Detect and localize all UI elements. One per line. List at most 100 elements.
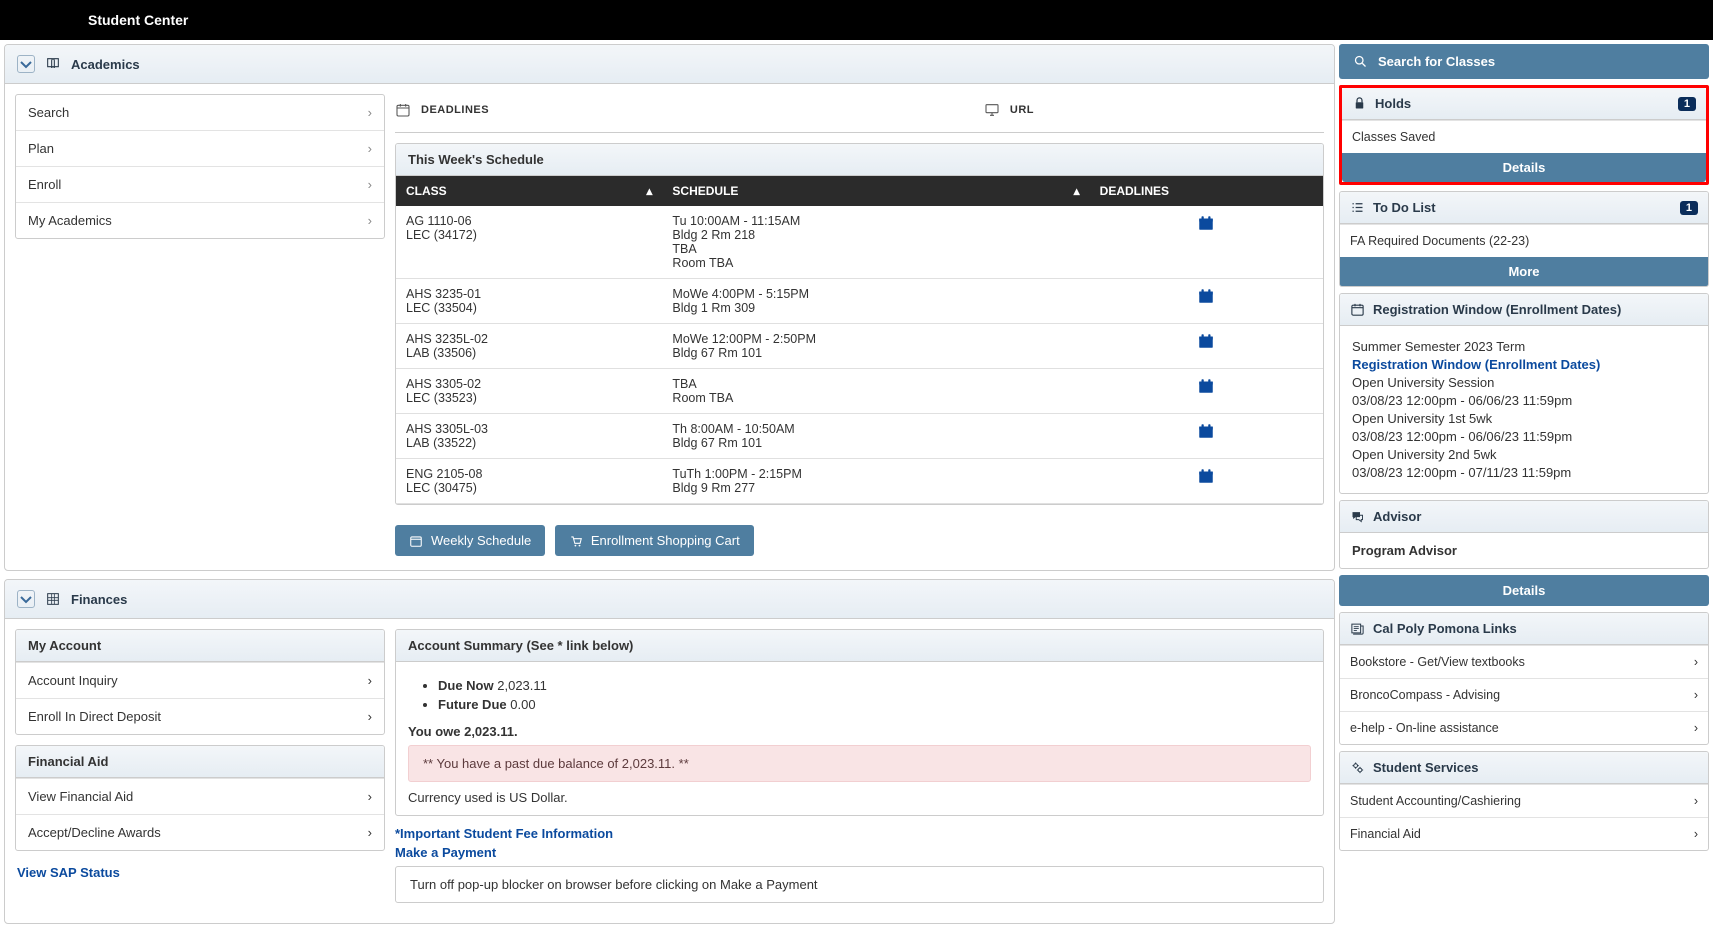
- table-row: AHS 3305L-03 LAB (33522)Th 8:00AM - 10:5…: [396, 414, 1323, 459]
- academics-header: Academics: [5, 45, 1334, 84]
- grid-icon: [45, 591, 61, 607]
- cell-class: ENG 2105-08 LEC (30475): [396, 459, 662, 504]
- sort-asc-icon: ▴: [1074, 184, 1080, 198]
- advisor-header: Advisor: [1340, 501, 1708, 533]
- chevron-right-icon: ›: [368, 213, 372, 228]
- enrollment-cart-button[interactable]: Enrollment Shopping Cart: [555, 525, 754, 556]
- cell-deadline[interactable]: [1090, 324, 1323, 369]
- book-icon: [45, 56, 61, 72]
- holds-details-button[interactable]: Details: [1342, 153, 1706, 182]
- cell-deadline[interactable]: [1090, 414, 1323, 459]
- finances-header: Finances: [5, 580, 1334, 619]
- table-row: AHS 3235-01 LEC (33504)MoWe 4:00PM - 5:1…: [396, 279, 1323, 324]
- url-toggle[interactable]: URL: [984, 102, 1034, 118]
- search-icon: [1353, 54, 1368, 69]
- schedule-table: CLASS▴ SCHEDULE▴ DEADLINES AG 1110-06 LE…: [396, 176, 1323, 504]
- chevron-right-icon: ›: [368, 789, 372, 804]
- student-services-panel: Student Services Student Accounting/Cash…: [1339, 751, 1709, 851]
- sort-asc-icon: ▴: [646, 184, 652, 198]
- table-row: AHS 3235L-02 LAB (33506)MoWe 12:00PM - 2…: [396, 324, 1323, 369]
- registration-header: Registration Window (Enrollment Dates): [1340, 294, 1708, 326]
- nav-search[interactable]: Search›: [16, 95, 384, 130]
- calendar-icon: [1197, 287, 1215, 305]
- finances-title: Finances: [71, 592, 127, 607]
- cell-class: AHS 3305L-03 LAB (33522): [396, 414, 662, 459]
- calendar-icon: [1197, 467, 1215, 485]
- cell-schedule: Th 8:00AM - 10:50AM Bldg 67 Rm 101: [662, 414, 1089, 459]
- collapse-finances-button[interactable]: [17, 590, 35, 608]
- chevron-right-icon: ›: [1694, 688, 1698, 702]
- my-account-group: My Account Account Inquiry› Enroll In Di…: [15, 629, 385, 735]
- accept-decline-awards-link[interactable]: Accept/Decline Awards›: [16, 814, 384, 850]
- link-broncocompass[interactable]: BroncoCompass - Advising›: [1340, 678, 1708, 711]
- cell-deadline[interactable]: [1090, 369, 1323, 414]
- cell-deadline[interactable]: [1090, 206, 1323, 279]
- registration-panel: Registration Window (Enrollment Dates) S…: [1339, 293, 1709, 494]
- calendar-icon: [1197, 332, 1215, 350]
- you-owe-text: You owe 2,023.11.: [408, 724, 1311, 739]
- reg-line: 03/08/23 12:00pm - 07/11/23 11:59pm: [1352, 465, 1696, 480]
- holds-badge: 1: [1678, 97, 1696, 111]
- finances-panel: Finances My Account Account Inquiry› Enr…: [4, 579, 1335, 924]
- view-financial-aid-link[interactable]: View Financial Aid›: [16, 778, 384, 814]
- col-class[interactable]: CLASS▴: [396, 176, 662, 206]
- account-inquiry-link[interactable]: Account Inquiry›: [16, 662, 384, 698]
- table-row: AHS 3305-02 LEC (33523)TBA Room TBA: [396, 369, 1323, 414]
- fee-info-link[interactable]: *Important Student Fee Information: [395, 826, 1324, 841]
- link-ehelp[interactable]: e-help - On-line assistance›: [1340, 711, 1708, 744]
- reg-line: 03/08/23 12:00pm - 06/06/23 11:59pm: [1352, 429, 1696, 444]
- chevron-right-icon: ›: [1694, 721, 1698, 735]
- lock-icon: [1352, 96, 1367, 111]
- cell-schedule: MoWe 4:00PM - 5:15PM Bldg 1 Rm 309: [662, 279, 1089, 324]
- collapse-academics-button[interactable]: [17, 55, 35, 73]
- cell-schedule: TuTh 1:00PM - 2:15PM Bldg 9 Rm 277: [662, 459, 1089, 504]
- reg-line: Open University 1st 5wk: [1352, 411, 1696, 426]
- col-schedule[interactable]: SCHEDULE▴: [662, 176, 1089, 206]
- cart-icon: [569, 534, 583, 548]
- make-payment-link[interactable]: Make a Payment: [395, 845, 1324, 860]
- account-summary-title: Account Summary (See * link below): [396, 630, 1323, 662]
- gears-icon: [1350, 760, 1365, 775]
- weekly-schedule-card: This Week's Schedule CLASS▴ SCHEDULE▴ DE…: [395, 143, 1324, 505]
- search-for-classes-button[interactable]: Search for Classes: [1339, 44, 1709, 79]
- holds-header: Holds 1: [1342, 88, 1706, 120]
- chevron-right-icon: ›: [368, 709, 372, 724]
- todo-header: To Do List 1: [1340, 192, 1708, 224]
- schedule-title: This Week's Schedule: [396, 144, 1323, 176]
- cell-deadline[interactable]: [1090, 459, 1323, 504]
- todo-item[interactable]: FA Required Documents (22-23): [1340, 224, 1708, 257]
- nav-enroll[interactable]: Enroll›: [16, 166, 384, 202]
- chevron-right-icon: ›: [368, 141, 372, 156]
- svc-accounting[interactable]: Student Accounting/Cashiering›: [1340, 784, 1708, 817]
- chevron-right-icon: ›: [1694, 794, 1698, 808]
- todo-more-button[interactable]: More: [1340, 257, 1708, 286]
- link-bookstore[interactable]: Bookstore - Get/View textbooks›: [1340, 645, 1708, 678]
- chevron-right-icon: ›: [1694, 827, 1698, 841]
- cell-class: AHS 3305-02 LEC (33523): [396, 369, 662, 414]
- chat-icon: [1350, 509, 1365, 524]
- direct-deposit-link[interactable]: Enroll In Direct Deposit›: [16, 698, 384, 734]
- popup-blocker-note: Turn off pop-up blocker on browser befor…: [395, 866, 1324, 903]
- weekly-schedule-button[interactable]: Weekly Schedule: [395, 525, 545, 556]
- advisor-details-button[interactable]: Details: [1339, 575, 1709, 606]
- cell-deadline[interactable]: [1090, 279, 1323, 324]
- view-sap-status-link[interactable]: View SAP Status: [15, 861, 385, 884]
- deadlines-toggle[interactable]: DEADLINES: [395, 102, 489, 118]
- my-account-title: My Account: [16, 630, 384, 662]
- account-summary-card: Account Summary (See * link below) Due N…: [395, 629, 1324, 816]
- reg-term: Summer Semester 2023 Term: [1352, 339, 1696, 354]
- calendar-icon: [1197, 377, 1215, 395]
- reg-line: 03/08/23 12:00pm - 06/06/23 11:59pm: [1352, 393, 1696, 408]
- nav-plan[interactable]: Plan›: [16, 130, 384, 166]
- cell-class: AG 1110-06 LEC (34172): [396, 206, 662, 279]
- financial-aid-group: Financial Aid View Financial Aid› Accept…: [15, 745, 385, 851]
- chevron-right-icon: ›: [368, 105, 372, 120]
- advisor-panel: Advisor Program Advisor: [1339, 500, 1709, 569]
- due-now-row: Due Now 2,023.11: [438, 676, 1311, 695]
- svc-financial-aid[interactable]: Financial Aid›: [1340, 817, 1708, 850]
- reg-window-link[interactable]: Registration Window (Enrollment Dates): [1352, 357, 1696, 372]
- calendar-icon: [395, 102, 411, 118]
- nav-my-academics[interactable]: My Academics›: [16, 202, 384, 238]
- chevron-right-icon: ›: [368, 825, 372, 840]
- holds-item[interactable]: Classes Saved: [1342, 120, 1706, 153]
